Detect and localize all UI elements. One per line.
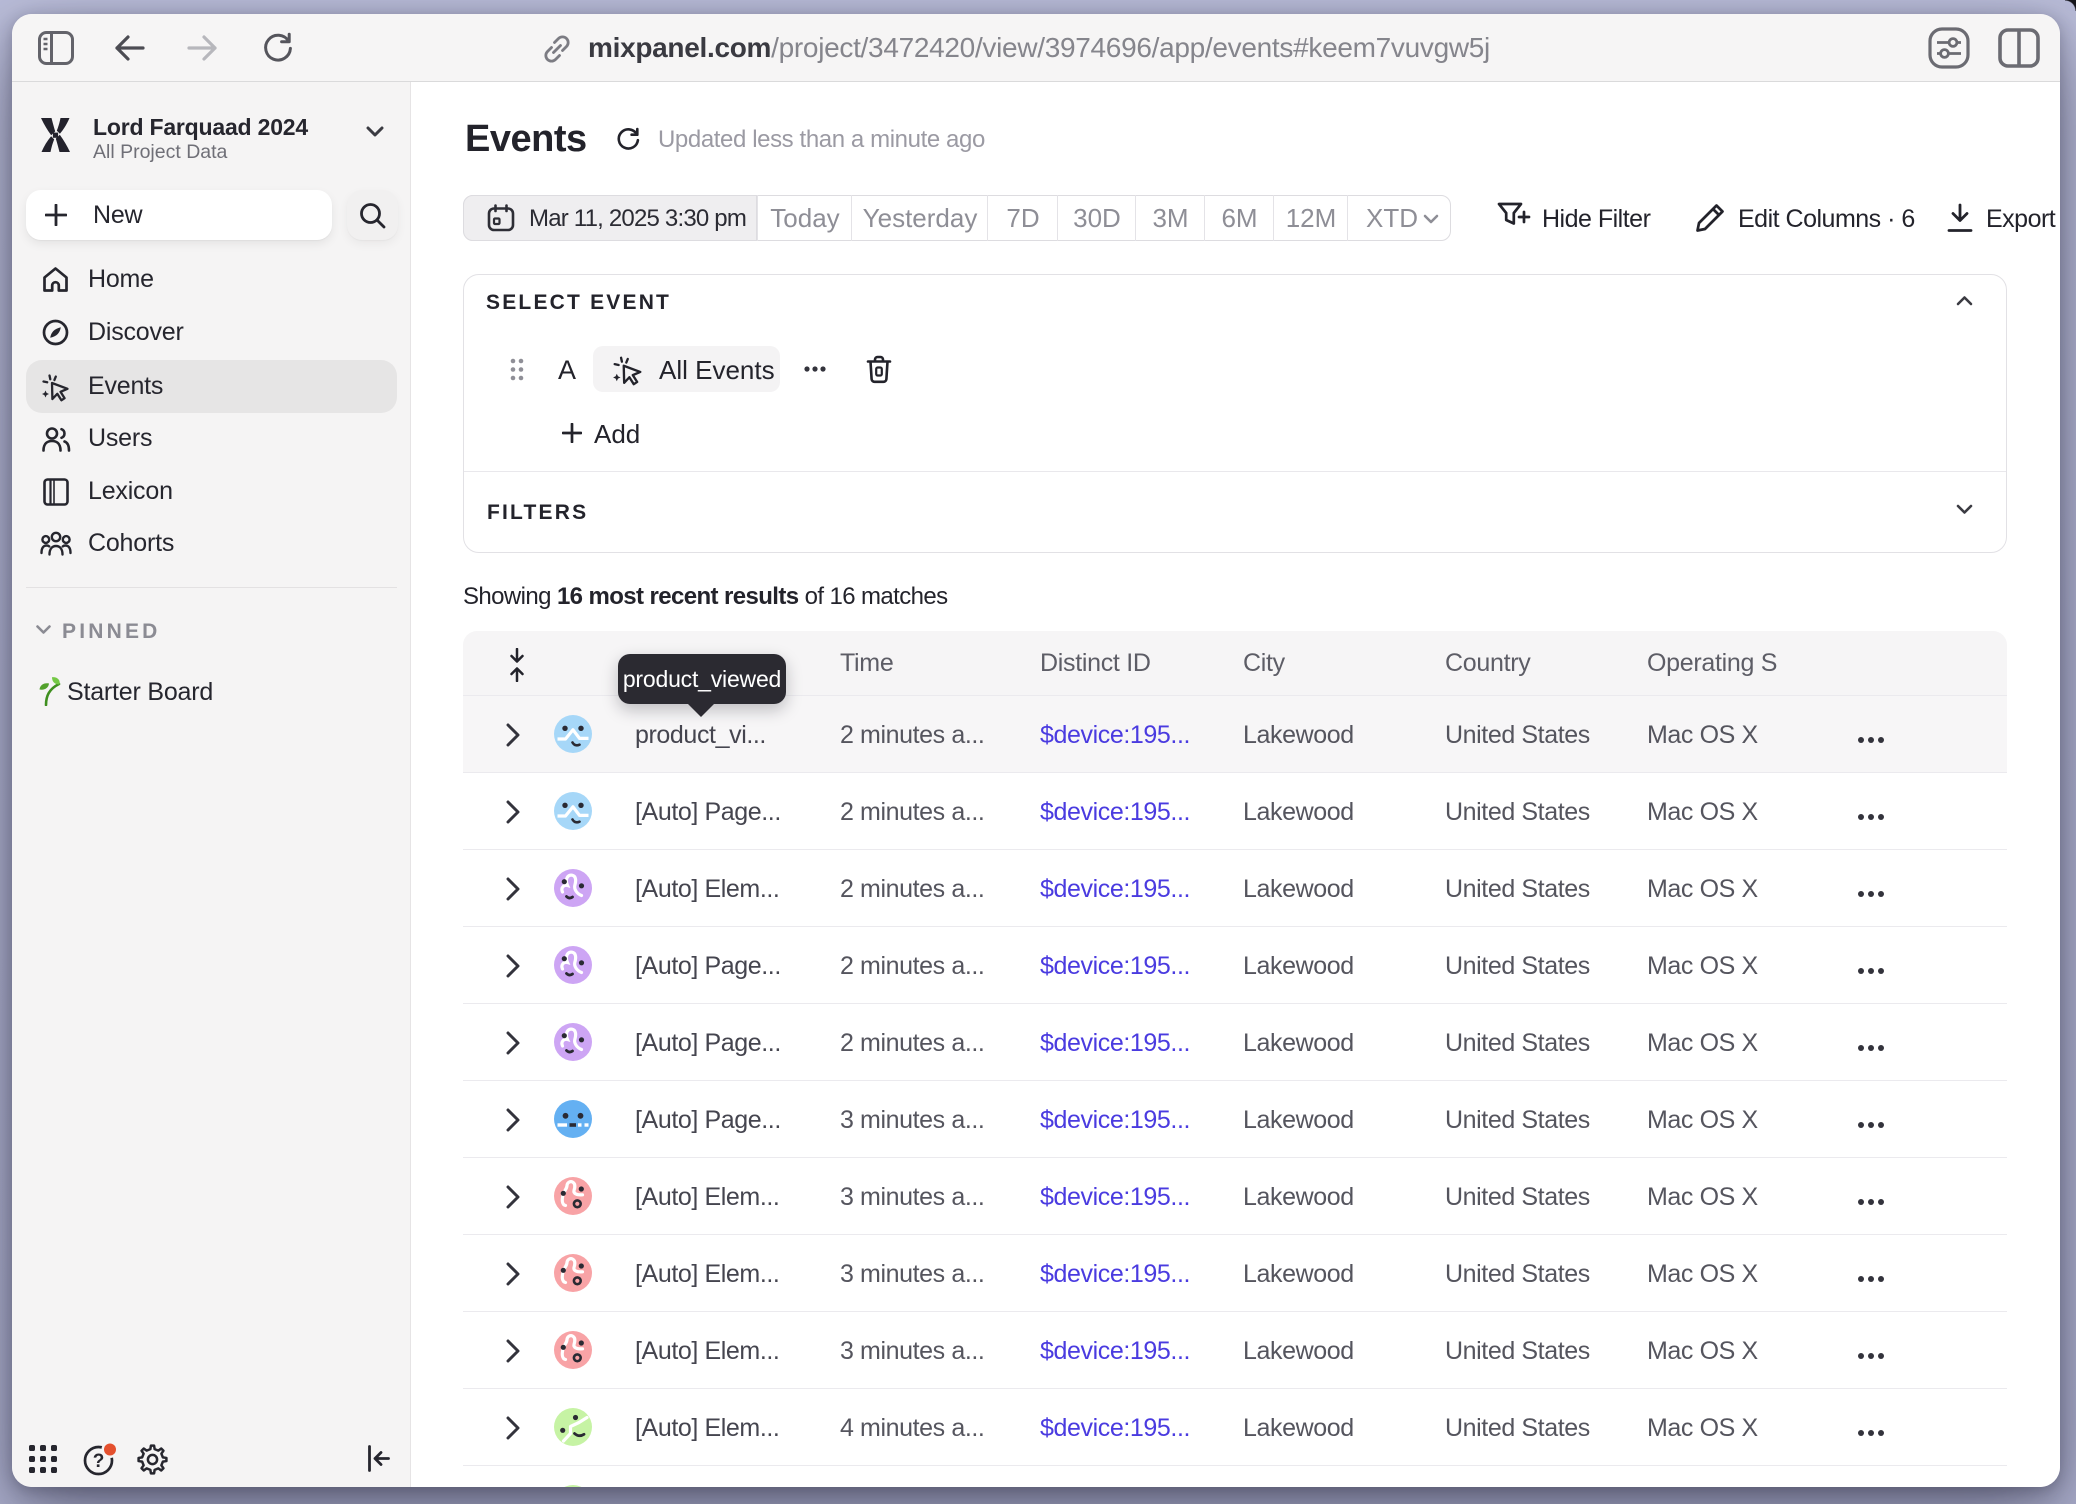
svg-text:?: ? xyxy=(93,1451,105,1472)
